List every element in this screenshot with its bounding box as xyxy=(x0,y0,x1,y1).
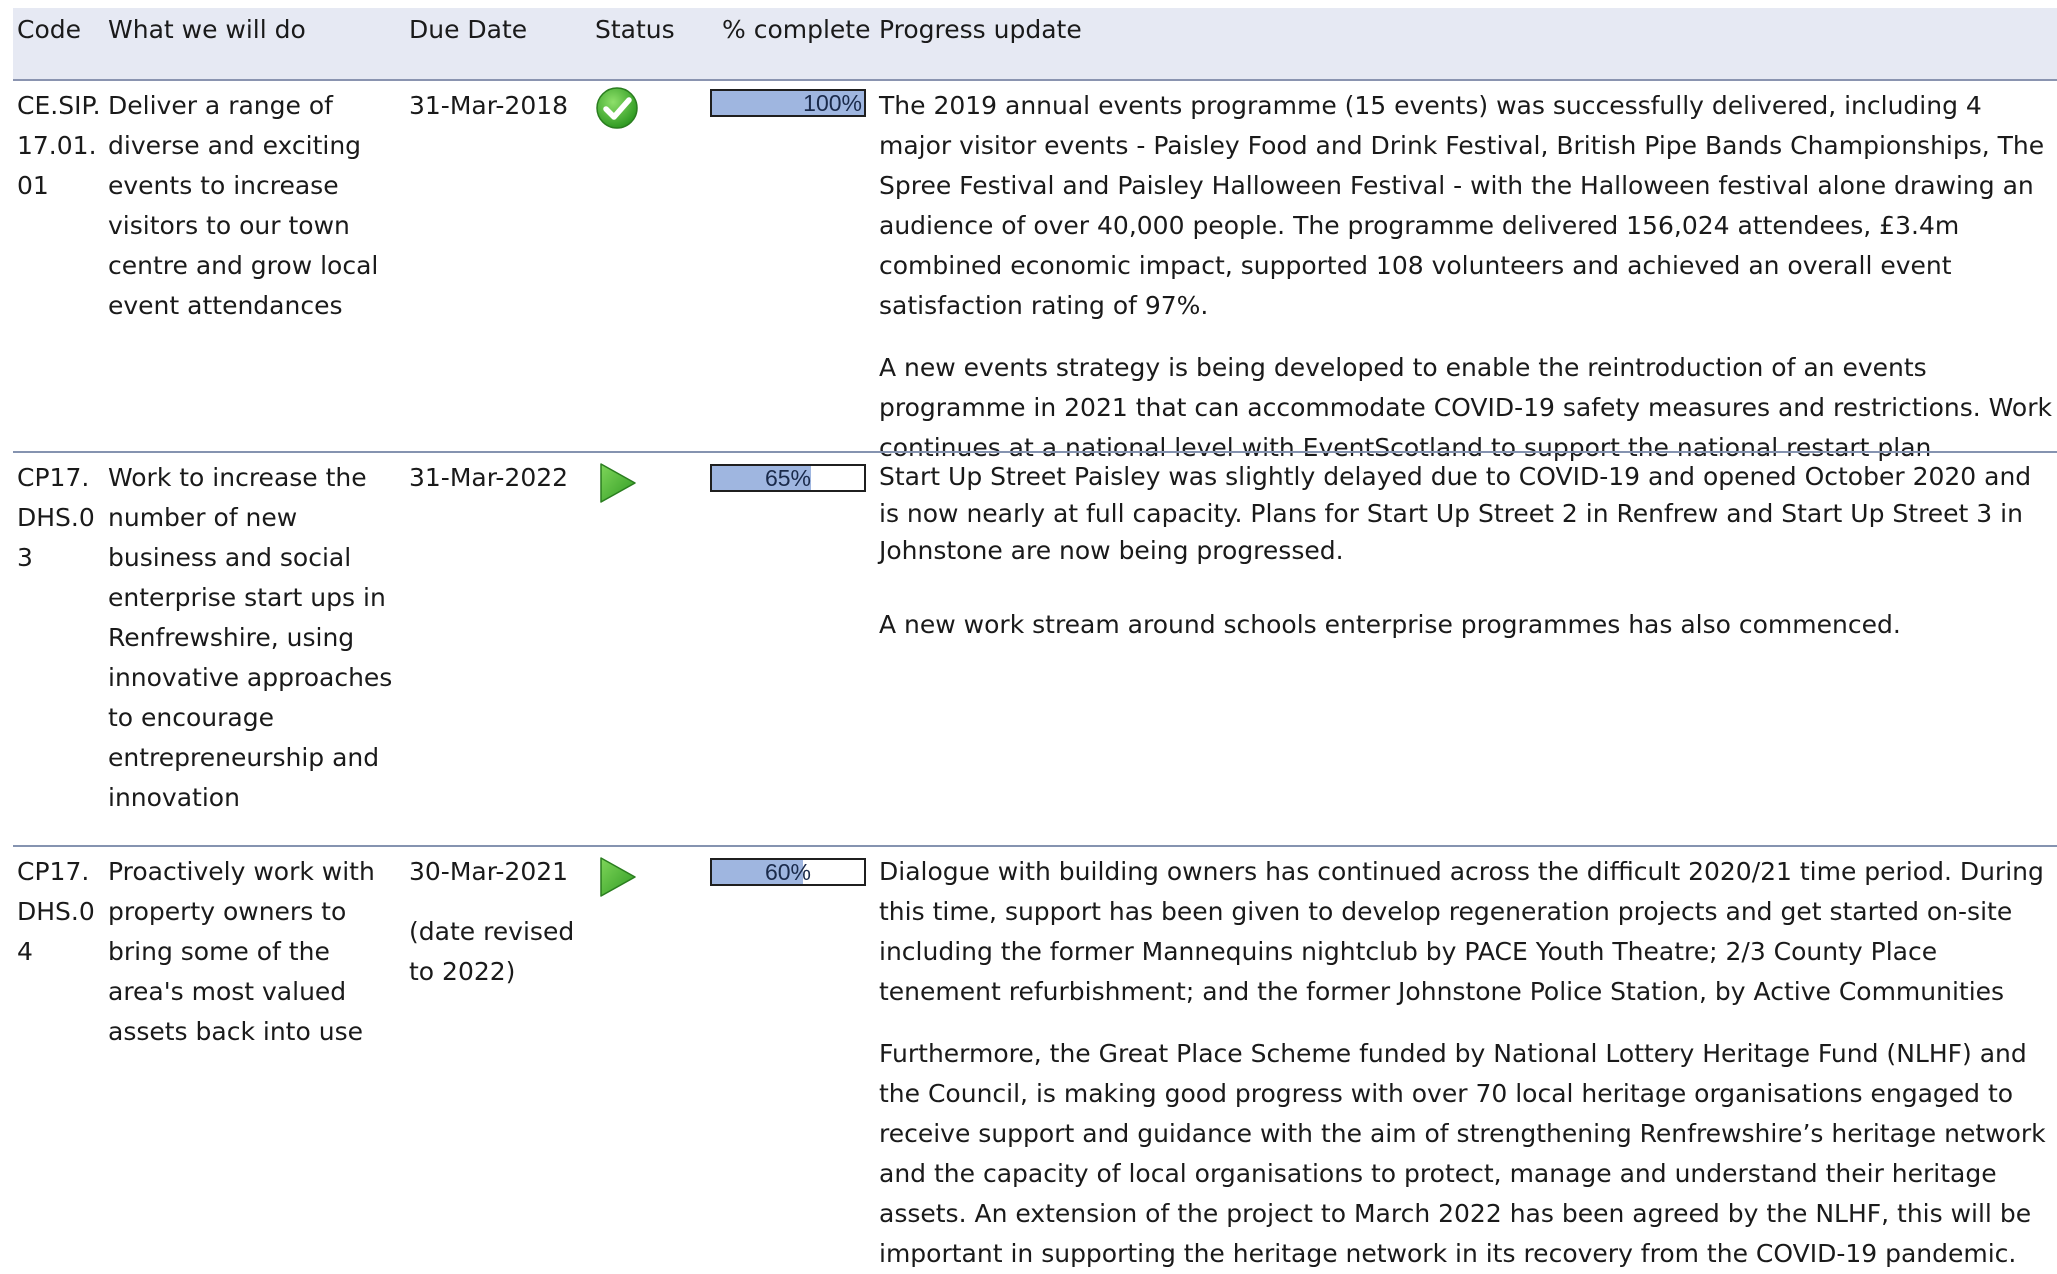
header-percent-complete: % complete xyxy=(722,15,871,44)
row-what-we-will-do: Proactively work with property owners to… xyxy=(108,857,375,1046)
row-progress-update: Start Up Street Paisley was slightly del… xyxy=(879,458,2057,643)
play-in-progress-icon xyxy=(600,857,636,897)
progress-bar: 65% xyxy=(710,464,866,492)
header-progress-update: Progress update xyxy=(879,15,1082,44)
header-what: What we will do xyxy=(108,15,306,44)
header-due-date: Due Date xyxy=(409,15,528,44)
progress-paragraph: A new events strategy is being developed… xyxy=(879,353,2052,462)
row-code: CE.SIP.17.01.01 xyxy=(17,91,101,200)
row-separator xyxy=(13,845,2057,847)
progress-label: 65% xyxy=(764,465,812,491)
header-status: Status xyxy=(595,15,675,44)
row-progress-update: The 2019 annual events programme (15 eve… xyxy=(879,86,2057,468)
progress-paragraph: Start Up Street Paisley was slightly del… xyxy=(879,462,2032,565)
progress-label: 60% xyxy=(764,859,812,885)
play-in-progress-icon xyxy=(600,463,636,503)
action-plan-table: Code What we will do Due Date Status % c… xyxy=(0,0,2057,1268)
row-what-we-will-do: Work to increase the number of new busin… xyxy=(108,463,393,812)
due-date-value: 30-Mar-2021 xyxy=(409,857,569,886)
progress-label: 100% xyxy=(803,90,862,116)
row-what-we-will-do: Deliver a range of diverse and exciting … xyxy=(108,91,379,320)
due-date-value: 31-Mar-2018 xyxy=(409,91,569,120)
row-due-date: 31-Mar-2018 xyxy=(409,86,589,126)
progress-bar: 100% xyxy=(710,89,866,117)
row-code: CP17.DHS.03 xyxy=(17,463,95,572)
row-due-date: 30-Mar-2021 (date revised to 2022) xyxy=(409,852,589,992)
check-complete-icon xyxy=(596,87,638,129)
row-separator xyxy=(13,451,2057,453)
row-progress-update: Dialogue with building owners has contin… xyxy=(879,852,2057,1274)
progress-paragraph: Dialogue with building owners has contin… xyxy=(879,857,2044,1006)
progress-paragraph: A new work stream around schools enterpr… xyxy=(879,610,1901,639)
row-code: CP17.DHS.04 xyxy=(17,857,95,966)
progress-paragraph: Furthermore, the Great Place Scheme fund… xyxy=(879,1039,2046,1268)
due-date-value: 31-Mar-2022 xyxy=(409,463,569,492)
progress-bar: 60% xyxy=(710,858,866,886)
row-due-date: 31-Mar-2022 xyxy=(409,458,589,498)
header-code: Code xyxy=(17,15,82,44)
due-date-note: (date revised to 2022) xyxy=(409,917,575,986)
progress-paragraph: The 2019 annual events programme (15 eve… xyxy=(879,91,2045,320)
